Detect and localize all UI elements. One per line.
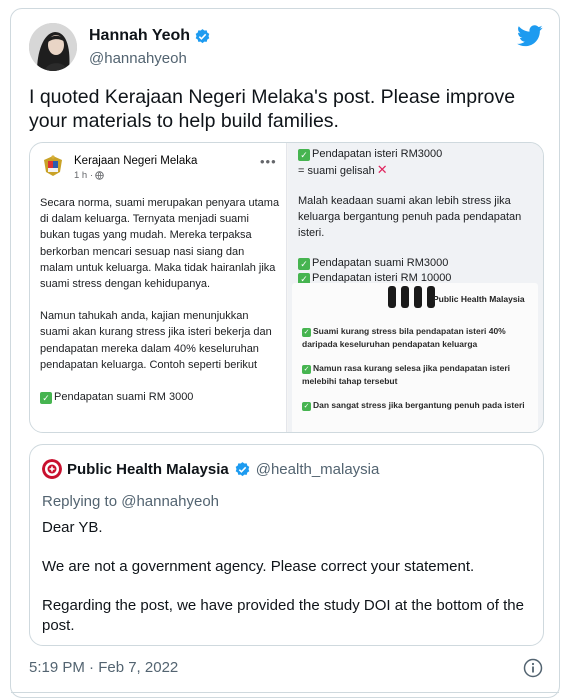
fb-time: 1 h · [74, 170, 94, 181]
tweet-image[interactable]: Kerajaan Negeri Melaka 1 h · ••• Secara … [29, 142, 544, 433]
fb-post-meta: 1 h · [74, 170, 197, 181]
quoted-line-2: We are not a government agency. Please c… [42, 558, 475, 575]
quoted-line-3: Regarding the post, we have provided the… [42, 597, 524, 634]
info-icon[interactable] [523, 658, 543, 678]
quoted-tweet-header: Public Health Malaysia @health_malaysia [42, 459, 379, 479]
right-top-text: ✓ Pendapatan isteri RM3000 = suami gelisa… [298, 146, 538, 179]
fb-income-husband-line: ✓ Pendapatan suami RM 3000 [40, 389, 280, 405]
slide-item-3: Dan sangat stress jika bergantung penuh … [313, 400, 525, 410]
slide-item-1: Suami kurang stress bila pendapatan iste… [302, 326, 506, 349]
redaction-bars [388, 286, 435, 308]
slide-item-2: Namun rasa kurang selesa jika pendapatan… [302, 363, 510, 386]
author-avatar[interactable] [29, 23, 77, 71]
author-name[interactable]: Hannah Yeoh [89, 27, 190, 45]
phm-slide: Public Health Malaysia ✓ Suami kurang str… [292, 283, 538, 432]
verified-badge-icon [195, 28, 210, 43]
quoted-author-avatar[interactable] [42, 459, 62, 479]
fb-post-header: Kerajaan Negeri Melaka 1 h · [40, 154, 197, 181]
cross-icon: ✕ [376, 162, 388, 177]
fb-page-name: Kerajaan Negeri Melaka [74, 155, 198, 167]
quoted-author-name[interactable]: Public Health Malaysia [67, 461, 229, 478]
bottom-divider [11, 692, 559, 693]
check-icon: ✓ [298, 258, 310, 270]
quoted-line-1: Dear YB. [42, 519, 103, 536]
author-name-row[interactable]: Hannah Yeoh [89, 27, 211, 45]
verified-badge-icon [235, 461, 250, 476]
check-icon: ✓ [302, 402, 311, 411]
tweet-timestamp[interactable]: 5:19 PM · Feb 7, 2022 [29, 659, 178, 676]
fb-income-husband-text: Pendapatan suami RM 3000 [54, 391, 194, 404]
replying-to[interactable]: Replying to @hannahyeoh [42, 493, 219, 510]
quoted-author-handle[interactable]: @health_malaysia [256, 461, 380, 478]
more-dots-icon: ••• [260, 154, 277, 169]
quoted-tweet[interactable]: Public Health Malaysia @health_malaysia … [29, 444, 544, 646]
fb-paragraph-1: Secara norma, suami merupakan penyara ut… [40, 197, 280, 291]
facebook-post-left: Kerajaan Negeri Melaka 1 h · ••• Secara … [30, 143, 287, 432]
author-handle[interactable]: @hannahyeoh [89, 50, 187, 67]
right-paragraph: Malah keadaan suami akan lebih stress ji… [298, 195, 522, 239]
check-icon: ✓ [40, 392, 52, 405]
right-check-1: Pendapatan suami RM3000 [312, 257, 449, 269]
globe-icon [95, 171, 104, 180]
fb-post-body: Secara norma, suami merupakan penyara ut… [40, 195, 280, 405]
tweet-card: Hannah Yeoh @hannahyeoh I quoted Kerajaa… [10, 8, 560, 698]
quoted-tweet-body: Dear YB. We are not a government agency.… [42, 518, 532, 655]
slide-items: ✓ Suami kurang stress bila pendapatan ist… [302, 325, 534, 423]
check-icon: ✓ [298, 149, 310, 161]
tweet-text: I quoted Kerajaan Negeri Melaka's post. … [29, 86, 516, 132]
twitter-bird-icon[interactable] [517, 25, 543, 47]
check-icon: ✓ [302, 365, 311, 374]
right-top-line-2: = suami gelisah [298, 165, 375, 177]
right-check-list: ✓ Pendapatan suami RM3000 ✓ Pendapatan ist… [298, 256, 451, 286]
check-icon: ✓ [302, 328, 311, 337]
right-top-line-1: Pendapatan isteri RM3000 [312, 148, 443, 160]
slide-title: Public Health Malaysia [433, 294, 525, 304]
fb-paragraph-2: Namun tahukah anda, kajian menunjukkan s… [40, 310, 272, 371]
melaka-crest-icon [44, 155, 62, 176]
